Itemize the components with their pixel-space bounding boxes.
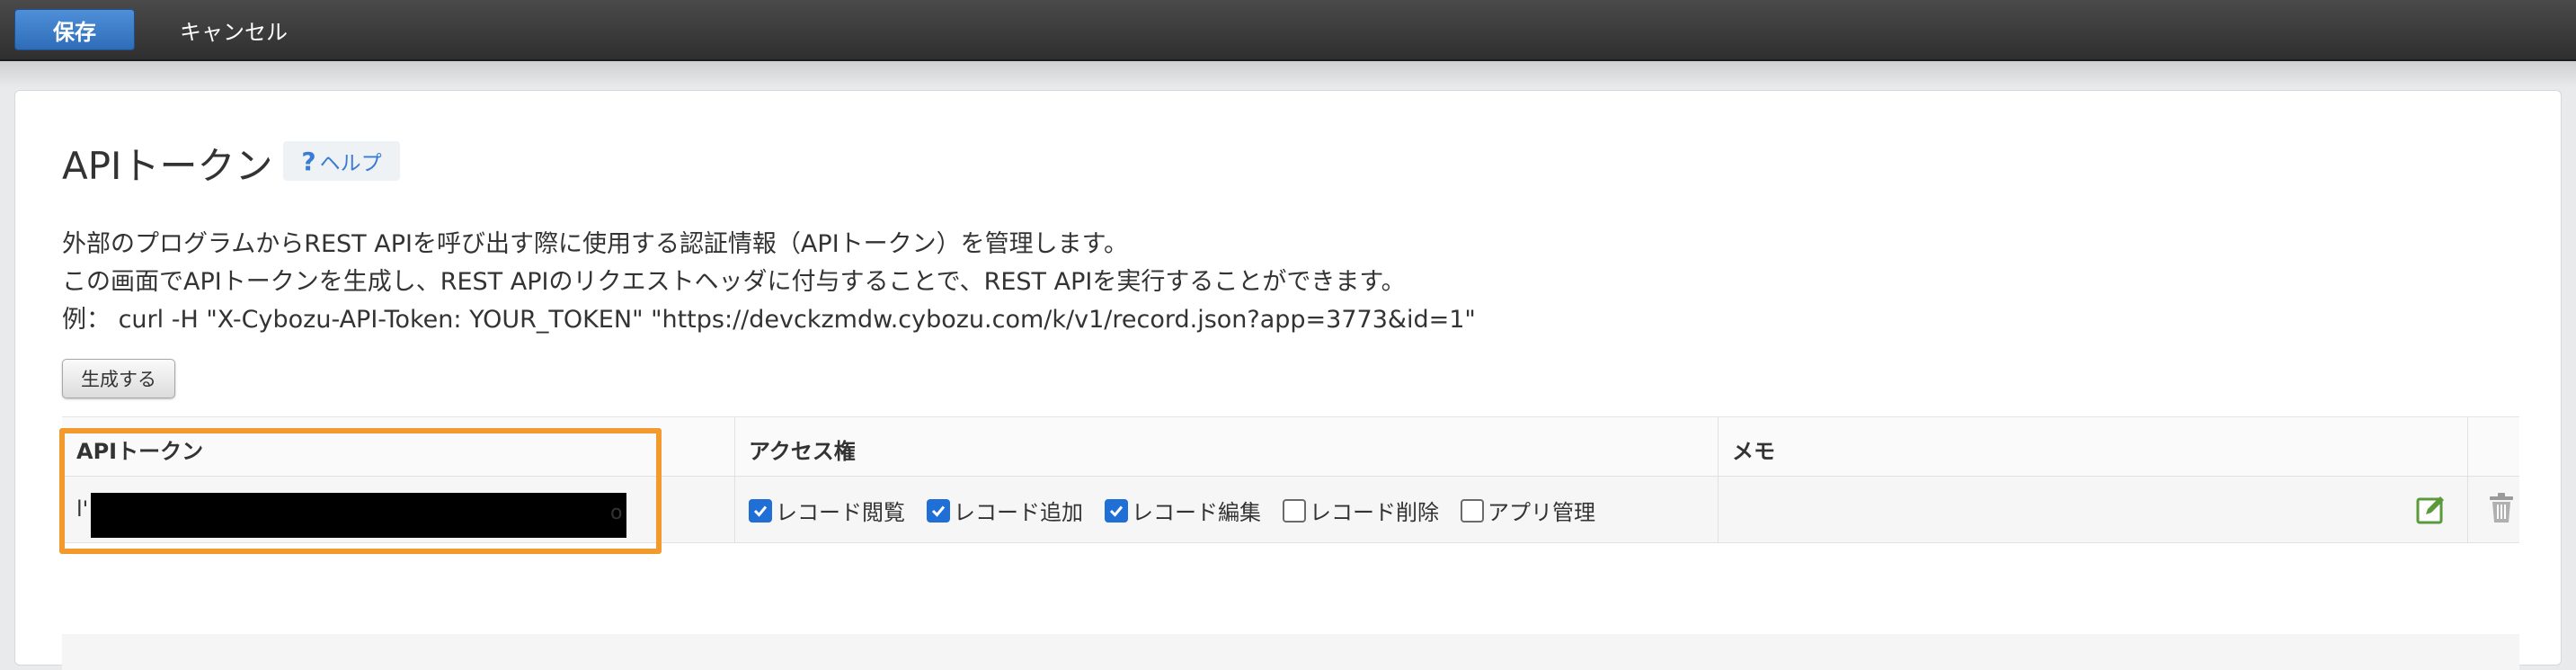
permission-label: レコード追加 (954, 500, 1083, 525)
token-prefix: l' (76, 496, 89, 522)
column-divider (2467, 417, 2468, 543)
table-row: l' o レコード閲覧 レコード追加 レコード編集 レコード削除 アプリ管理 (62, 477, 2519, 543)
column-header-access: アクセス権 (749, 439, 856, 464)
toolbar-shadow (0, 61, 2576, 88)
permission-app-admin[interactable]: アプリ管理 (1461, 495, 1595, 526)
permission-record-view[interactable]: レコード閲覧 (749, 495, 905, 526)
description-example: 例： curl -H "X-Cybozu-API-Token: YOUR_TOK… (62, 306, 1476, 334)
permission-label: レコード削除 (1310, 500, 1439, 525)
help-icon: ? (301, 146, 316, 176)
token-redaction-bar (91, 493, 626, 538)
permission-record-edit[interactable]: レコード編集 (1105, 495, 1261, 526)
checkbox-checked-icon[interactable] (1105, 498, 1128, 523)
permission-label: レコード編集 (1132, 500, 1261, 525)
description-line-2: この画面でAPIトークンを生成し、REST APIのリクエストヘッダに付与するこ… (62, 268, 1406, 296)
page-title: APIトークン (62, 144, 273, 188)
trash-icon[interactable] (2487, 491, 2516, 525)
cancel-button[interactable]: キャンセル (160, 9, 307, 50)
checkbox-checked-icon[interactable] (749, 498, 772, 523)
settings-panel: APIトークン ? ヘルプ 外部のプログラムからREST APIを呼び出す際に使… (14, 90, 2562, 670)
permission-label: アプリ管理 (1488, 500, 1595, 525)
top-toolbar: 保存 キャンセル (0, 0, 2576, 61)
help-link[interactable]: ? ヘルプ (283, 141, 400, 181)
permission-label: レコード閲覧 (776, 500, 905, 525)
column-header-memo: メモ (1732, 439, 1775, 464)
bottom-panel-strip (62, 634, 2519, 670)
table-header: APIトークン アクセス権 メモ (62, 417, 2519, 477)
save-button[interactable]: 保存 (14, 9, 135, 50)
description-line-1: 外部のプログラムからREST APIを呼び出す際に使用する認証情報（APIトーク… (62, 230, 1128, 258)
token-suffix: o (610, 502, 623, 524)
checkbox-unchecked-icon[interactable] (1283, 498, 1306, 523)
column-divider (734, 417, 735, 543)
token-cell: l' o (76, 493, 626, 538)
column-header-token: APIトークン (76, 439, 204, 464)
permission-record-add[interactable]: レコード追加 (927, 495, 1083, 526)
permission-record-delete[interactable]: レコード削除 (1283, 495, 1439, 526)
column-divider (1718, 417, 1719, 543)
api-token-table: APIトークン アクセス権 メモ l' o レコード閲覧 レコード追加 レコード… (62, 416, 2519, 543)
checkbox-checked-icon[interactable] (927, 498, 950, 523)
edit-icon[interactable] (2415, 493, 2447, 525)
checkbox-unchecked-icon[interactable] (1461, 498, 1484, 523)
help-label: ヘルプ (319, 152, 382, 175)
generate-token-button[interactable]: 生成する (62, 359, 175, 398)
